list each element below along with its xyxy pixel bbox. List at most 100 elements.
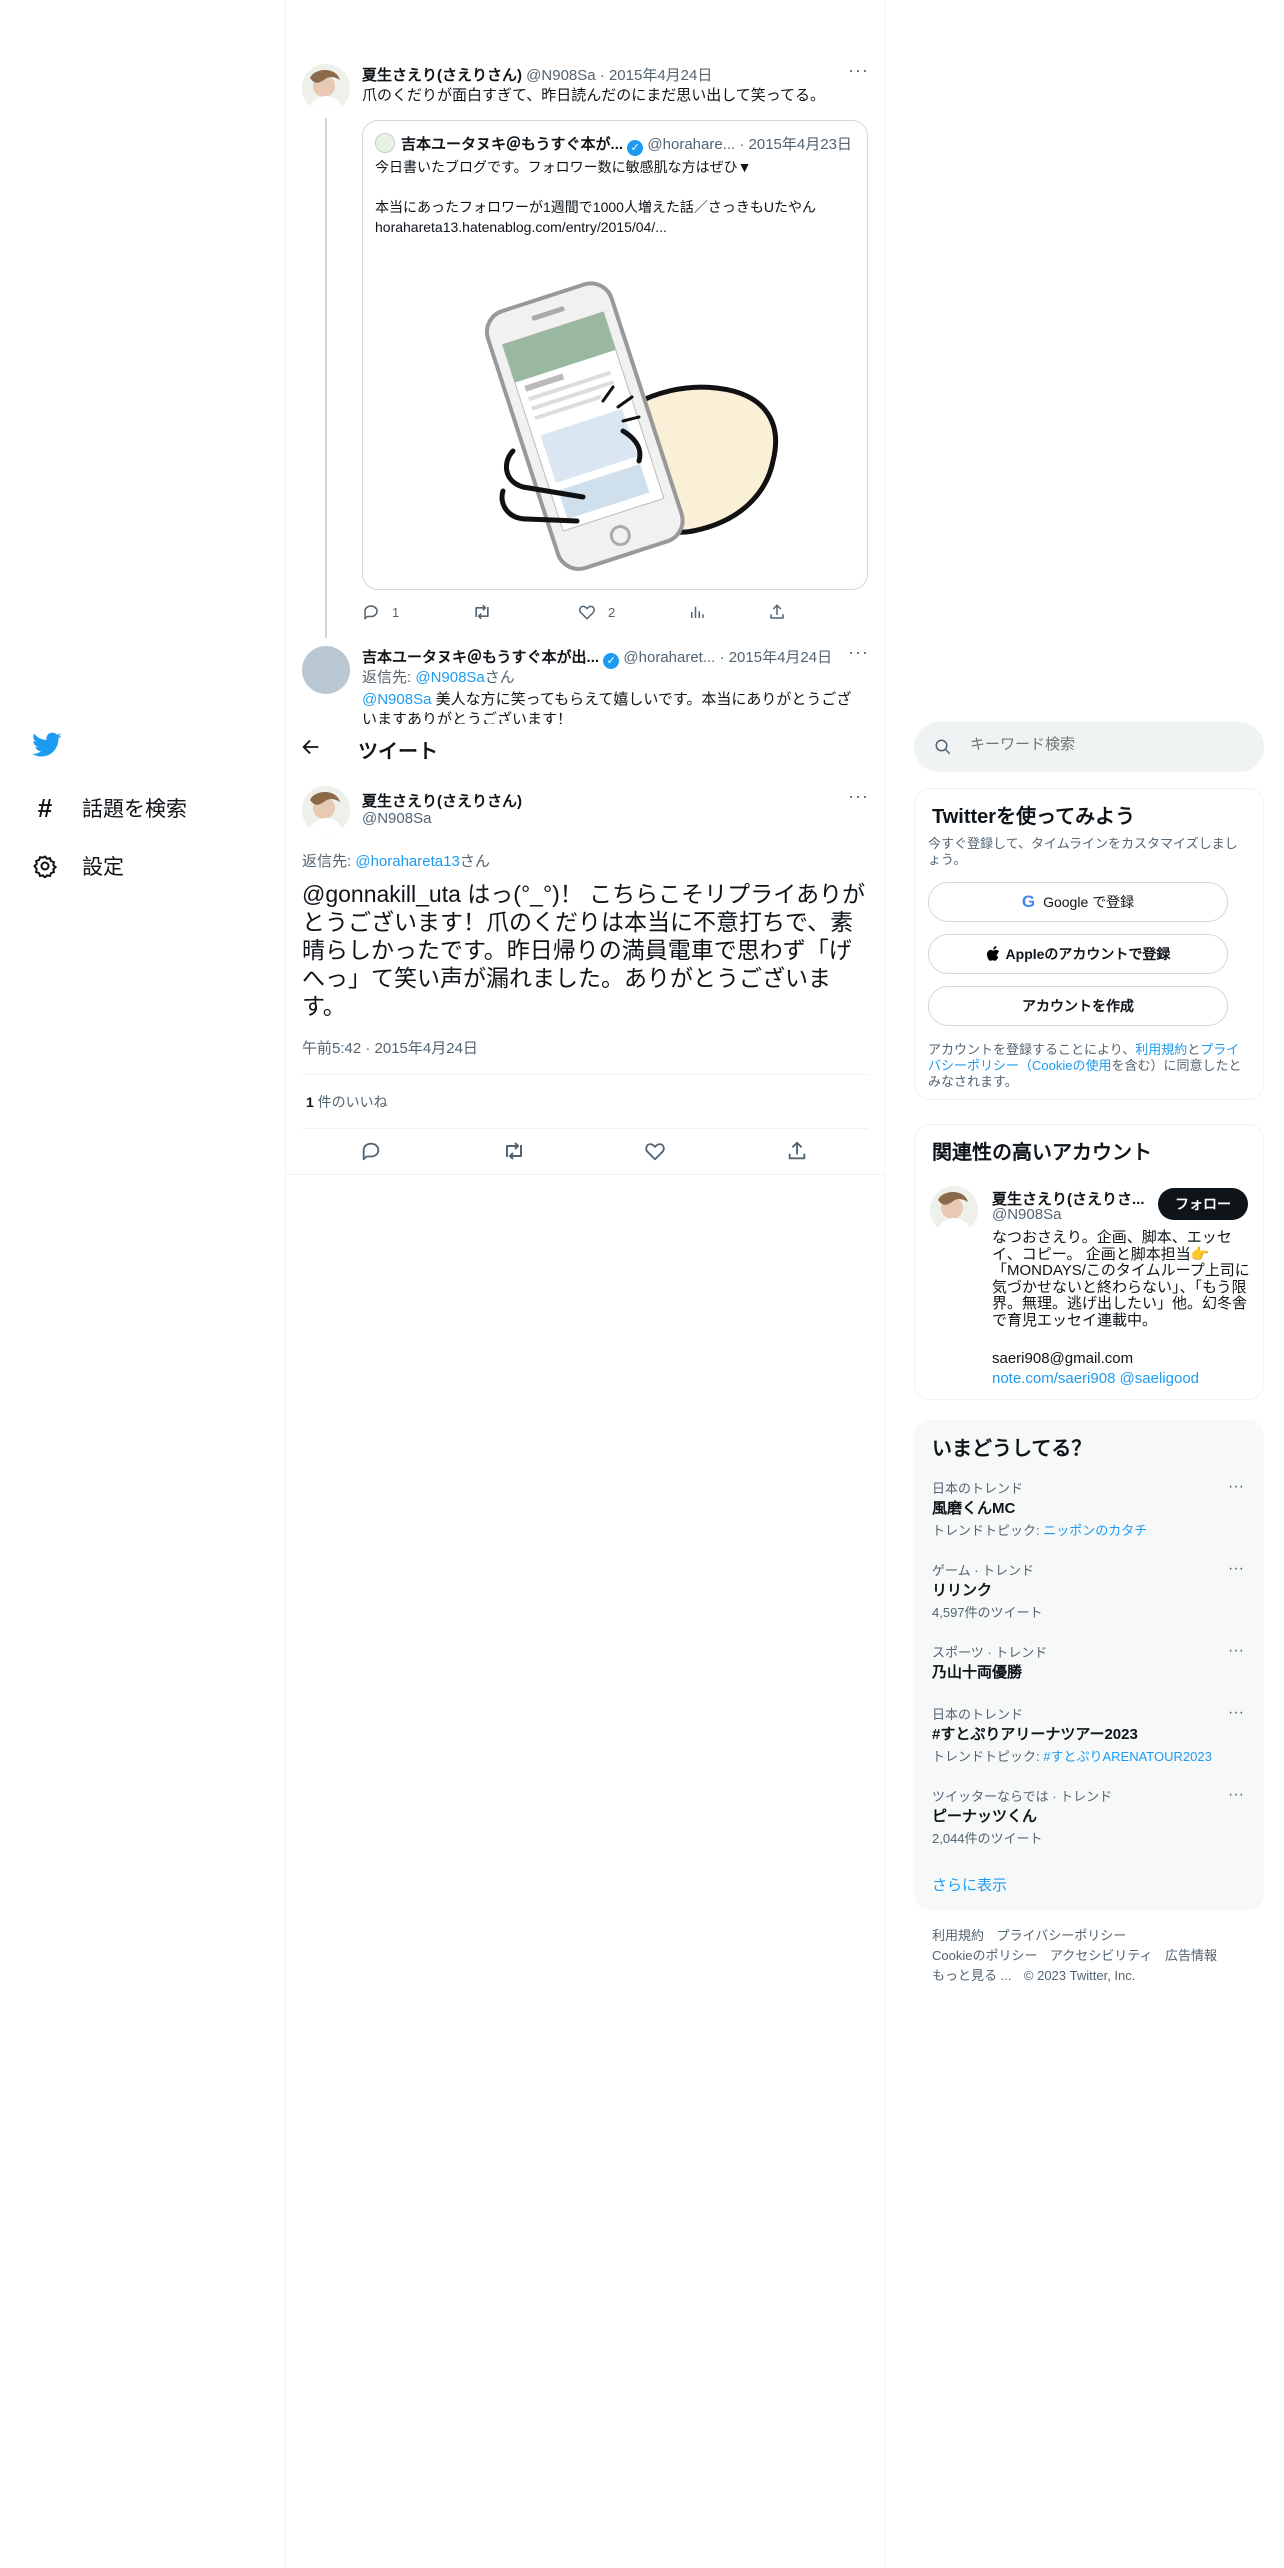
- like-button[interactable]: [644, 1140, 666, 1162]
- search-box[interactable]: [914, 722, 1264, 772]
- terms-link[interactable]: 利用規約: [1135, 1042, 1187, 1057]
- tweet-text: @N908Sa 美人な方に笑ってもらえて嬉しいです。本当にありがとうござ います…: [362, 691, 852, 724]
- reply-count: 1: [392, 604, 400, 620]
- signup-title: Twitterを使ってみよう: [932, 806, 1136, 828]
- quoted-text-line1: 今日書いたブログです。フォロワー数に敏感肌な方はぜひ▼: [375, 159, 752, 175]
- related-link-handle[interactable]: @saeligood: [1120, 1370, 1199, 1387]
- share-icon: [788, 1141, 806, 1160]
- retweet-icon: [506, 1142, 522, 1160]
- right-column-divider: [884, 0, 885, 2568]
- quoted-text-line3: horahareta13.hatenablog.com/entry/2015/0…: [375, 219, 667, 235]
- author-name[interactable]: 吉本ユータヌキ＠もうすぐ本が出...: [362, 649, 599, 666]
- nav-settings[interactable]: 設定: [30, 846, 124, 886]
- nav-explore-label: 話題を検索: [82, 798, 187, 821]
- quoted-author-name: 吉本ユータヌキ＠もうすぐ本が...: [401, 136, 624, 153]
- trend-topic-link[interactable]: #すとぷりARENATOUR2023: [1043, 1749, 1212, 1764]
- verified-icon: ✓: [627, 140, 644, 156]
- footer-terms[interactable]: 利用規約: [932, 1928, 984, 1943]
- more-icon[interactable]: ···: [848, 786, 869, 807]
- analytics-button[interactable]: [688, 603, 706, 621]
- related-links: note.com/saeri908 @saeligood: [992, 1370, 1199, 1387]
- retweet-button[interactable]: [502, 1140, 526, 1162]
- footer-cookie[interactable]: Cookieのポリシー: [932, 1948, 1037, 1963]
- author-handle[interactable]: @N908Sa: [362, 810, 431, 827]
- trend-topic-link[interactable]: ニッポンのカタチ: [1043, 1523, 1147, 1538]
- reply-to-line: 返信先: @N908Saさん: [362, 669, 515, 686]
- footer: 利用規約 プライバシーポリシー Cookieのポリシー アクセシビリティ 広告情…: [932, 1926, 1262, 1986]
- tweet-text: 爪のくだりが面白すぎて、昨日読んだのにまだ思い出して笑ってる。: [362, 87, 826, 104]
- related-link-note[interactable]: note.com/saeri908: [992, 1370, 1115, 1387]
- more-icon[interactable]: ···: [1228, 1704, 1244, 1722]
- tweet-date[interactable]: 2015年4月24日: [729, 649, 832, 666]
- page-title: ツイート: [358, 741, 438, 763]
- apple-signup-button[interactable]: Appleのアカウントで登録: [928, 934, 1228, 974]
- likes-count-row[interactable]: 1 件のいいね: [306, 1092, 388, 1112]
- show-more-link[interactable]: さらに表示: [932, 1874, 1007, 1895]
- quoted-header: 吉本ユータヌキ＠もうすぐ本が... ✓ @horahare... · 2015年…: [401, 136, 852, 156]
- like-count: 2: [608, 604, 616, 620]
- retweet-button[interactable]: [472, 603, 492, 621]
- related-bio: なつおさえり。企画、脚本、エッセイ、コピー。 企画と脚本担当👉「MONDAYS/…: [992, 1229, 1250, 1329]
- related-email: saeri908@gmail.com: [992, 1350, 1134, 1367]
- related-title: 関連性の高いアカウント: [932, 1142, 1152, 1164]
- footer-more[interactable]: もっと見る ...: [932, 1968, 1011, 1983]
- heart-icon: [579, 605, 595, 620]
- hashtag-icon: #: [37, 792, 53, 823]
- reply-button[interactable]: 1: [362, 603, 399, 621]
- quoted-author-handle: @horahare...: [647, 136, 736, 153]
- apple-icon: [986, 946, 1000, 962]
- thread-line: [325, 118, 327, 638]
- quoted-date: 2015年4月23日: [748, 136, 852, 153]
- share-icon: [770, 604, 784, 619]
- more-icon[interactable]: ···: [1228, 1642, 1244, 1660]
- quoted-avatar: [375, 133, 395, 153]
- more-icon[interactable]: ···: [848, 60, 869, 81]
- follow-button[interactable]: フォロー: [1158, 1188, 1248, 1220]
- mention-link[interactable]: @N908Sa: [362, 691, 431, 708]
- author-handle[interactable]: @horaharet...: [623, 649, 715, 666]
- reply-to-handle[interactable]: @horahareta13: [355, 853, 459, 870]
- search-input[interactable]: [970, 736, 1240, 753]
- reply-to-handle[interactable]: @N908Sa: [415, 669, 484, 686]
- like-button[interactable]: 2: [578, 603, 615, 621]
- back-arrow-icon[interactable]: [300, 736, 322, 758]
- heart-icon: [645, 1143, 665, 1161]
- share-button[interactable]: [768, 603, 786, 621]
- quoted-image[interactable]: [453, 251, 783, 581]
- avatar[interactable]: [302, 646, 350, 694]
- nav-explore[interactable]: # 話題を検索: [30, 788, 187, 828]
- likes-count: 1: [306, 1094, 314, 1110]
- signup-subtitle: 今すぐ登録して、タイムラインをカスタマイズしましょう。: [928, 836, 1238, 867]
- divider: [302, 1128, 868, 1129]
- verified-icon: ✓: [603, 653, 620, 669]
- tweet-header: 吉本ユータヌキ＠もうすぐ本が出... ✓ @horaharet... · 201…: [362, 649, 833, 669]
- reply-icon: [364, 605, 378, 620]
- divider: [286, 1174, 884, 1175]
- trends-title: いまどうしてる？: [932, 1438, 1092, 1460]
- footer-ads[interactable]: 広告情報: [1165, 1948, 1217, 1963]
- footer-accessibility[interactable]: アクセシビリティ: [1050, 1948, 1153, 1963]
- reply-button[interactable]: [360, 1140, 382, 1162]
- author-name[interactable]: 夏生さえり(さえりさん): [362, 790, 522, 811]
- quoted-tweet[interactable]: 吉本ユータヌキ＠もうすぐ本が... ✓ @horahare... · 2015年…: [362, 120, 868, 590]
- author-handle[interactable]: @N908Sa: [526, 67, 595, 84]
- share-button[interactable]: [786, 1140, 808, 1162]
- avatar[interactable]: [930, 1186, 978, 1234]
- tweet-timestamp[interactable]: 午前5:42 · 2015年4月24日: [302, 1037, 478, 1058]
- google-signup-button[interactable]: G Google で登録: [928, 882, 1228, 922]
- tweet-date[interactable]: 2015年4月24日: [609, 67, 712, 84]
- create-account-button[interactable]: アカウントを作成: [928, 986, 1228, 1026]
- more-icon[interactable]: ···: [848, 642, 869, 663]
- more-icon[interactable]: ···: [1228, 1786, 1244, 1804]
- more-icon[interactable]: ···: [1228, 1560, 1244, 1578]
- footer-privacy[interactable]: プライバシーポリシー: [996, 1928, 1126, 1943]
- more-icon[interactable]: ···: [1228, 1478, 1244, 1496]
- twitter-logo-icon[interactable]: [32, 732, 64, 764]
- reply-to-line: 返信先: @horahareta13さん: [302, 853, 490, 870]
- tweet-header: 夏生さえり(さえりさん) @N908Sa · 2015年4月24日: [362, 67, 713, 84]
- author-name[interactable]: 夏生さえり(さえりさん): [362, 67, 522, 84]
- avatar[interactable]: [302, 786, 350, 834]
- avatar[interactable]: [302, 64, 350, 112]
- related-handle[interactable]: @N908Sa: [992, 1206, 1061, 1223]
- page-header: ツイート: [286, 724, 884, 772]
